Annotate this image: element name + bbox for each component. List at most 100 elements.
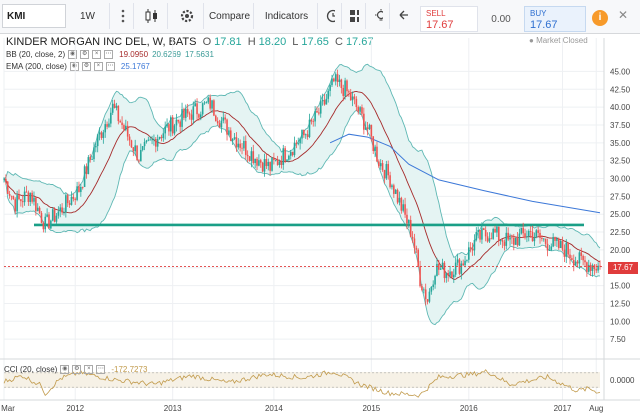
indicators-label: Indicators (264, 10, 309, 22)
candle-body (520, 227, 523, 234)
candle-body (104, 124, 107, 133)
candle-body (359, 107, 361, 112)
candle-body (68, 203, 71, 205)
candle-body (591, 265, 594, 271)
candle-body (471, 248, 474, 251)
eye-icon[interactable]: ◉ (68, 50, 78, 59)
candle-body (256, 158, 258, 166)
candle-body (186, 109, 189, 114)
symbol-search-input[interactable]: KMI (2, 4, 66, 28)
candle-body (550, 246, 553, 251)
candle-body (383, 170, 386, 179)
more-icon[interactable]: ⋯ (105, 62, 115, 71)
candle-body (5, 178, 7, 182)
y-tick-label: 27.50 (610, 192, 631, 201)
candle-body (453, 274, 455, 278)
close-icon[interactable]: × (84, 365, 94, 374)
alert-button[interactable] (320, 3, 342, 29)
candle-body (353, 96, 356, 99)
candle-body (533, 237, 536, 242)
eye-icon[interactable]: ◉ (69, 62, 79, 71)
candle-body (481, 228, 483, 240)
compare-button[interactable]: Compare (206, 3, 254, 29)
candle-body (291, 151, 294, 156)
candle-body (173, 125, 176, 134)
candle-body (507, 232, 509, 240)
settings-icon[interactable]: ⚙ (81, 62, 91, 71)
candle-body (479, 229, 481, 240)
candle-body (488, 238, 491, 242)
bb-basis-value: 19.0950 (119, 50, 149, 59)
high-value: 18.20 (258, 36, 287, 48)
candle-body (40, 213, 43, 223)
candle-body (248, 156, 251, 162)
candle-body (462, 263, 464, 266)
candle-body (278, 161, 281, 165)
close-value: 17.67 (345, 36, 374, 48)
candle-body (250, 151, 253, 162)
candle-body (151, 139, 153, 141)
templates-button[interactable] (344, 3, 366, 29)
candle-body (267, 162, 270, 167)
sell-button[interactable]: SELL 17.67 (420, 6, 478, 32)
candle-body (48, 214, 50, 229)
candle-body (263, 159, 266, 172)
candle-body (303, 129, 305, 136)
close-icon[interactable]: ✕ (618, 8, 634, 26)
more-icon[interactable]: ⋯ (104, 50, 114, 59)
candle-body (91, 159, 93, 160)
buy-button[interactable]: BUY 17.67 (524, 6, 586, 32)
candle-body (436, 263, 438, 276)
candle-body (51, 209, 54, 221)
candle-body (413, 238, 416, 248)
candle-body (466, 259, 468, 261)
candle-body (12, 196, 15, 200)
candle-body (16, 195, 18, 212)
candle-body (201, 103, 204, 115)
settings-icon[interactable]: ⚙ (80, 50, 90, 59)
chart-style-button[interactable] (136, 3, 168, 29)
candle-body (458, 259, 461, 274)
ideas-button[interactable] (368, 3, 390, 29)
candle-body (563, 249, 566, 257)
candle-body (155, 138, 157, 147)
candle-body (582, 255, 584, 261)
eye-icon[interactable]: ◉ (60, 365, 70, 374)
settings-button[interactable] (170, 3, 204, 29)
candle-body (396, 189, 399, 203)
candle-body (295, 142, 298, 144)
candle-body (364, 127, 367, 130)
close-icon[interactable]: × (92, 50, 102, 59)
candle-body (361, 107, 363, 114)
settings-icon[interactable]: ⚙ (72, 365, 82, 374)
candle-body (394, 189, 397, 194)
undo-button[interactable] (392, 3, 414, 29)
candle-body (464, 260, 466, 266)
candle-body (27, 192, 30, 202)
candle-body (599, 265, 601, 267)
candle-body (125, 125, 127, 130)
more-options-button[interactable] (112, 3, 134, 29)
candle-body (190, 114, 193, 120)
gear-icon (180, 9, 193, 23)
more-icon[interactable]: ⋯ (96, 365, 106, 374)
candle-body (454, 262, 457, 275)
indicators-button[interactable]: Indicators (256, 3, 318, 29)
candle-body (496, 226, 498, 233)
close-icon[interactable]: × (93, 62, 103, 71)
interval-selector[interactable]: 1W (74, 3, 110, 29)
candle-body (548, 250, 551, 251)
candle-body (571, 258, 573, 261)
candle-body (115, 105, 118, 108)
last-price-tag: 17.67 (608, 262, 638, 274)
candle-body (226, 119, 228, 135)
candle-body (439, 268, 442, 270)
sell-price: 17.67 (426, 19, 454, 31)
candle-body (490, 238, 493, 240)
info-icon[interactable]: i (592, 10, 608, 26)
ema-label: EMA (200, close) (6, 62, 67, 71)
bb-upper-line (3, 63, 601, 258)
candle-body (557, 238, 560, 248)
candle-body (106, 124, 108, 127)
y-tick-label: 25.00 (610, 210, 631, 219)
